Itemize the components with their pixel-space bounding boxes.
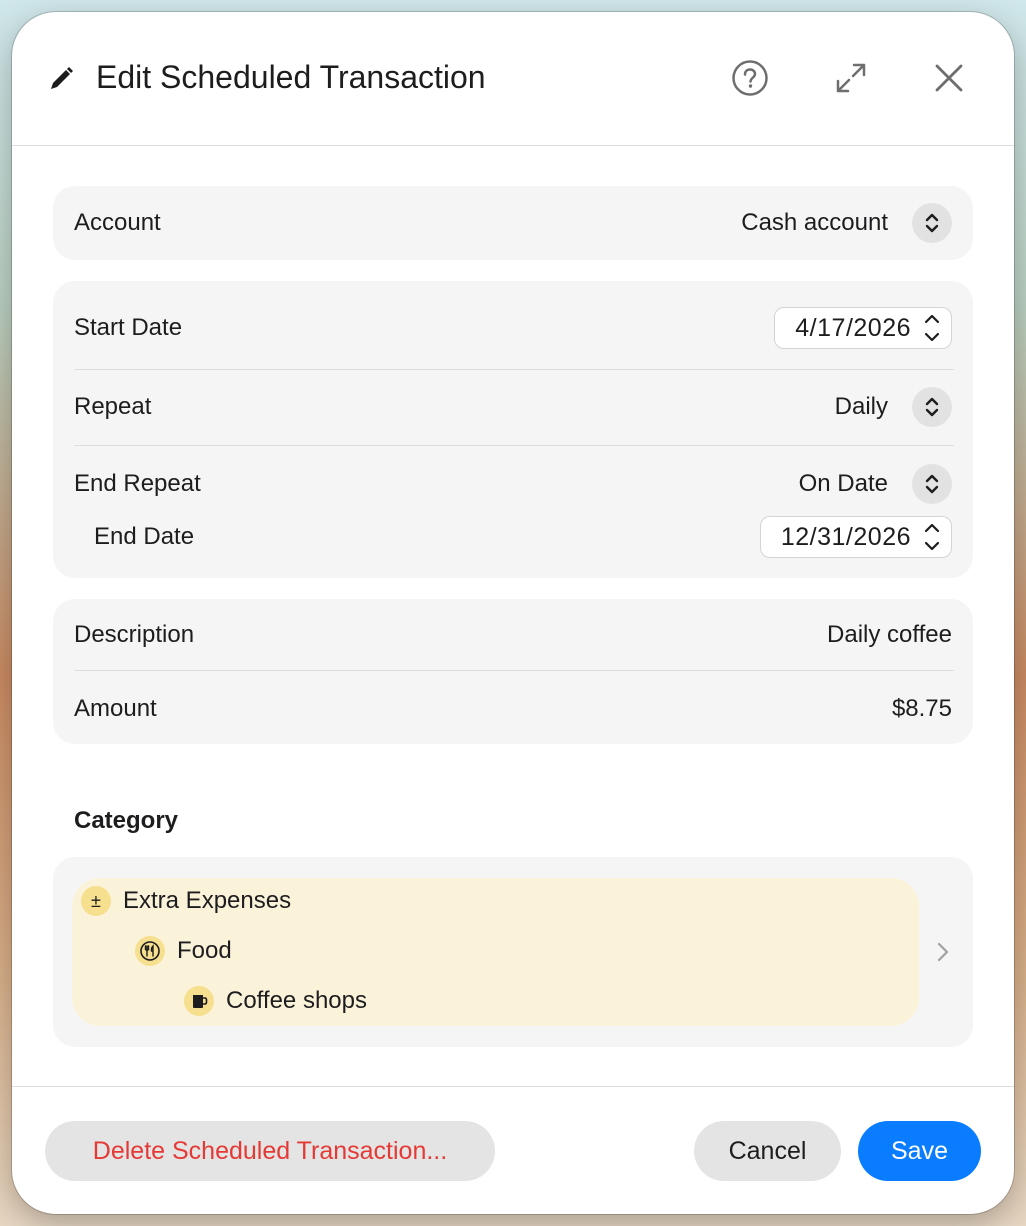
delete-scheduled-transaction-button[interactable]: Delete Scheduled Transaction... xyxy=(45,1121,495,1181)
divider xyxy=(74,369,954,370)
end-date-stepper[interactable] xyxy=(919,518,945,556)
chevron-up-down-icon xyxy=(925,397,939,417)
category-section-label: Category xyxy=(74,807,179,834)
amount-row[interactable]: Amount $8.75 xyxy=(74,691,952,727)
cancel-button[interactable]: Cancel xyxy=(694,1121,841,1181)
pencil-icon xyxy=(51,67,73,89)
coffee-cup-icon xyxy=(184,986,214,1016)
close-icon xyxy=(935,64,963,92)
plus-minus-glyph: ± xyxy=(91,890,101,911)
end-date-value: 12/31/2026 xyxy=(780,522,911,551)
account-popup[interactable]: Cash account xyxy=(741,203,952,243)
schedule-card: Start Date 4/17/2026 Repeat Daily End Re… xyxy=(53,281,973,578)
end-repeat-popup-button[interactable] xyxy=(912,464,952,504)
divider xyxy=(74,670,954,671)
end-repeat-value: On Date xyxy=(798,470,888,497)
end-date-label: End Date xyxy=(94,523,195,550)
category-card: ± Extra Expenses Food Coffee shops xyxy=(53,857,973,1047)
account-value: Cash account xyxy=(741,209,888,236)
fork-knife-icon-svg xyxy=(140,941,160,961)
coffee-cup-icon-svg xyxy=(193,995,208,1008)
account-row: Account Cash account xyxy=(74,203,952,243)
repeat-popup[interactable]: Daily xyxy=(835,387,952,427)
start-date-field[interactable]: 4/17/2026 xyxy=(774,307,952,349)
close-button[interactable] xyxy=(929,58,969,98)
start-date-label: Start Date xyxy=(74,314,183,341)
help-button[interactable] xyxy=(730,58,770,98)
chevron-right-icon[interactable] xyxy=(933,939,953,965)
category-level-2: Food xyxy=(135,936,232,966)
dialog-footer: Delete Scheduled Transaction... Cancel S… xyxy=(12,1086,1014,1214)
details-card: Description Daily coffee Amount $8.75 xyxy=(53,599,973,744)
edit-scheduled-transaction-dialog: Edit Scheduled Transaction Account Cash … xyxy=(12,12,1014,1214)
plus-minus-icon: ± xyxy=(81,886,111,916)
end-repeat-label: End Repeat xyxy=(74,470,201,497)
amount-field[interactable]: $8.75 xyxy=(892,695,952,723)
start-date-row: Start Date 4/17/2026 xyxy=(74,306,952,350)
expand-button[interactable] xyxy=(831,58,871,98)
fork-knife-icon xyxy=(135,936,165,966)
category-level-1-label: Extra Expenses xyxy=(123,887,292,914)
account-card: Account Cash account xyxy=(53,186,973,260)
stepper-icon xyxy=(924,314,940,342)
category-selector[interactable]: ± Extra Expenses Food Coffee shops xyxy=(72,878,919,1026)
chevron-up-down-icon xyxy=(925,213,939,233)
divider xyxy=(74,445,954,446)
dialog-title: Edit Scheduled Transaction xyxy=(96,59,486,95)
repeat-value: Daily xyxy=(834,393,888,420)
end-repeat-popup[interactable]: On Date xyxy=(799,464,952,504)
chevron-up-down-icon xyxy=(925,474,939,494)
category-level-1: ± Extra Expenses xyxy=(81,886,291,916)
amount-label: Amount xyxy=(74,695,157,722)
end-date-field[interactable]: 12/31/2026 xyxy=(759,516,952,558)
expand-icon xyxy=(836,63,866,93)
dialog-header: Edit Scheduled Transaction xyxy=(12,12,1014,146)
description-row[interactable]: Description Daily coffee xyxy=(74,617,952,653)
category-level-2-label: Food xyxy=(177,937,232,964)
stepper-icon xyxy=(924,523,940,551)
repeat-popup-button[interactable] xyxy=(912,387,952,427)
account-label: Account xyxy=(74,209,161,236)
description-field[interactable]: Daily coffee xyxy=(827,621,952,649)
save-button[interactable]: Save xyxy=(858,1121,981,1181)
end-repeat-row: End Repeat On Date xyxy=(74,464,952,504)
start-date-value: 4/17/2026 xyxy=(795,313,911,342)
start-date-stepper[interactable] xyxy=(919,309,945,347)
category-level-3: Coffee shops xyxy=(184,986,367,1016)
repeat-label: Repeat xyxy=(74,393,152,420)
category-level-3-label: Coffee shops xyxy=(226,987,367,1014)
end-date-row: End Date 12/31/2026 xyxy=(94,515,952,559)
help-icon xyxy=(732,60,768,96)
repeat-row: Repeat Daily xyxy=(74,387,952,427)
account-popup-button[interactable] xyxy=(912,203,952,243)
description-label: Description xyxy=(74,621,195,648)
